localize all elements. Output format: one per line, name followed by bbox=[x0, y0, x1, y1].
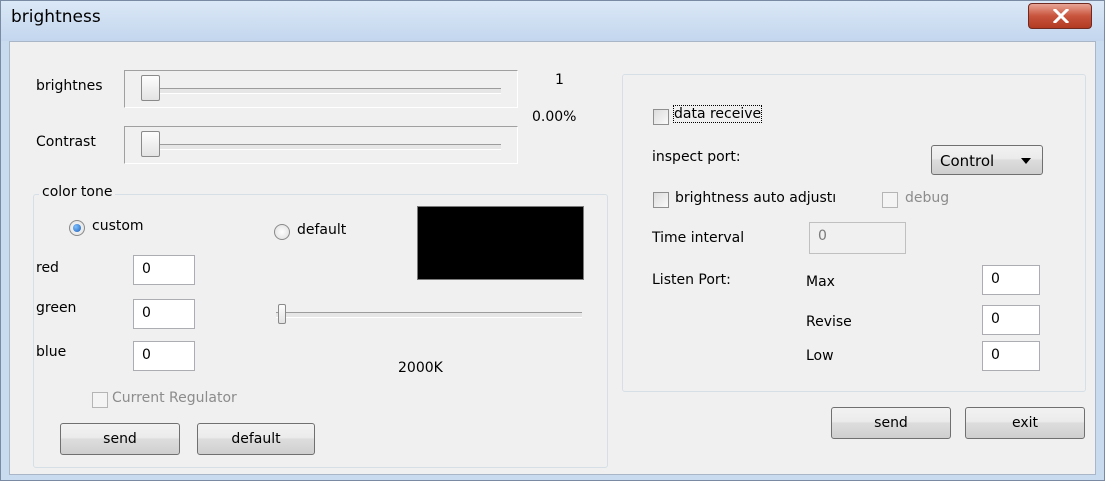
current-regulator-checkbox[interactable] bbox=[92, 392, 108, 408]
close-button[interactable] bbox=[1028, 3, 1092, 29]
color-temperature-slider[interactable] bbox=[276, 304, 586, 324]
time-interval-label: Time interval bbox=[652, 230, 745, 246]
blue-input[interactable]: 0 bbox=[133, 341, 195, 371]
red-input[interactable]: 0 bbox=[133, 255, 195, 285]
revise-label: Revise bbox=[806, 314, 852, 330]
time-interval-input[interactable]: 0 bbox=[809, 222, 906, 254]
inspect-port-select[interactable]: Control bbox=[931, 145, 1043, 175]
contrast-slider-thumb[interactable] bbox=[141, 131, 160, 157]
blue-label: blue bbox=[36, 344, 67, 360]
default-radio[interactable] bbox=[274, 224, 290, 240]
color-default-button[interactable]: default bbox=[197, 423, 315, 455]
exit-button[interactable]: exit bbox=[965, 407, 1085, 439]
window-title: brightness bbox=[11, 7, 101, 27]
low-label: Low bbox=[806, 348, 834, 364]
data-receive-checkbox[interactable] bbox=[653, 109, 669, 125]
contrast-label: Contrast bbox=[36, 134, 96, 150]
color-send-button[interactable]: send bbox=[60, 423, 180, 455]
custom-radio[interactable] bbox=[69, 220, 85, 236]
brightness-percent: 0.00% bbox=[532, 109, 577, 125]
debug-checkbox[interactable] bbox=[882, 192, 898, 208]
max-input[interactable]: 0 bbox=[982, 265, 1040, 295]
auto-adjust-label: brightness auto adjustı bbox=[675, 190, 837, 206]
color-preview-swatch bbox=[417, 206, 584, 280]
brightness-window: brightness brightnes 1 0.00% Contrast co… bbox=[0, 0, 1105, 481]
color-tone-legend: color tone bbox=[39, 184, 116, 200]
data-receive-label[interactable]: data receive bbox=[672, 105, 763, 123]
listen-port-label: Listen Port: bbox=[652, 272, 731, 288]
brightness-slider[interactable] bbox=[124, 70, 518, 108]
inspect-port-value: Control bbox=[940, 152, 995, 170]
red-label: red bbox=[36, 260, 59, 276]
send-button[interactable]: send bbox=[831, 407, 951, 439]
brightness-label: brightnes bbox=[36, 78, 103, 94]
color-temperature-thumb[interactable] bbox=[278, 304, 286, 324]
title-bar[interactable]: brightness bbox=[1, 1, 1104, 41]
custom-radio-label[interactable]: custom bbox=[92, 218, 144, 234]
chevron-down-icon bbox=[1021, 158, 1031, 164]
contrast-slider[interactable] bbox=[124, 126, 518, 164]
revise-input[interactable]: 0 bbox=[982, 305, 1040, 335]
color-temperature-value: 2000K bbox=[398, 360, 443, 376]
client-area: brightnes 1 0.00% Contrast color tone cu… bbox=[9, 41, 1096, 475]
green-input[interactable]: 0 bbox=[133, 299, 195, 329]
debug-label: debug bbox=[905, 190, 950, 206]
green-label: green bbox=[36, 300, 77, 316]
current-regulator-label: Current Regulator bbox=[112, 390, 237, 406]
default-radio-label[interactable]: default bbox=[297, 222, 346, 238]
close-icon bbox=[1053, 9, 1069, 23]
max-label: Max bbox=[806, 274, 835, 290]
low-input[interactable]: 0 bbox=[982, 341, 1040, 371]
brightness-slider-thumb[interactable] bbox=[141, 75, 160, 101]
inspect-port-label: inspect port: bbox=[652, 149, 741, 165]
auto-adjust-checkbox[interactable] bbox=[653, 192, 669, 208]
brightness-value: 1 bbox=[555, 72, 564, 88]
